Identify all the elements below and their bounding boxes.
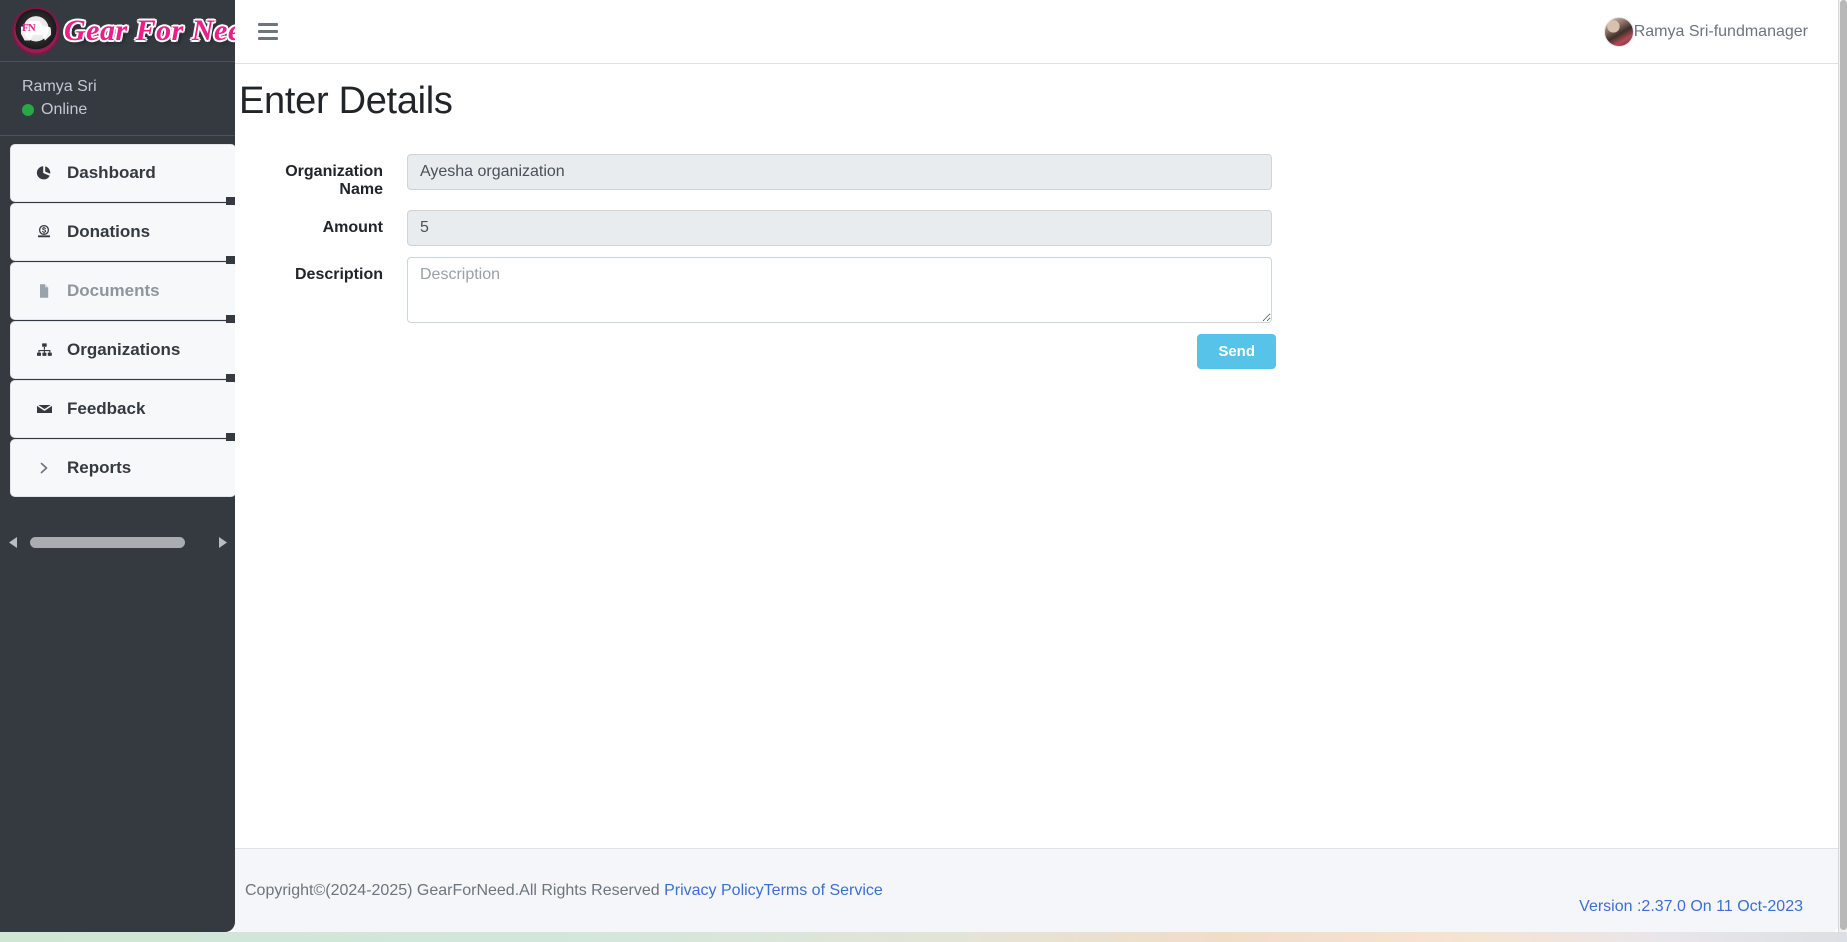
avatar [1603, 16, 1634, 47]
brand-header[interactable]: Gear For Need [0, 0, 235, 62]
terms-of-service-link[interactable]: Terms of Service [764, 882, 883, 899]
page-footer: Copyright©(2024-2025) GearForNeed.All Ri… [235, 848, 1838, 932]
sidebar-item-label: Reports [67, 458, 132, 477]
sidebar-user-status-label: Online [41, 101, 88, 118]
send-button[interactable]: Send [1197, 333, 1276, 369]
sidebar-item-label: Donations [67, 222, 151, 241]
scroll-right-arrow-icon[interactable] [215, 535, 229, 549]
sidebar-item-label: Dashboard [67, 163, 156, 182]
sidebar-nav: Dashboard Donations Documents Organizati… [0, 136, 235, 497]
sidebar-user-status: Online [22, 101, 221, 119]
vertical-scrollbar-thumb[interactable] [1840, 0, 1847, 930]
envelope-icon [33, 401, 55, 417]
footer-copyright: Copyright©(2024-2025) GearForNeed.All Ri… [235, 882, 883, 900]
sidebar-item-reports[interactable]: Reports [10, 439, 235, 497]
amount-label: Amount [322, 218, 383, 236]
nav-divider-marker [226, 256, 235, 264]
sidebar-item-donations[interactable]: Donations [10, 203, 235, 264]
sidebar-item-organizations[interactable]: Organizations [10, 321, 235, 382]
sidebar-item-dashboard[interactable]: Dashboard [10, 144, 235, 205]
nav-divider-marker [226, 374, 235, 382]
sidebar-item-label: Organizations [67, 340, 181, 359]
sidebar-user-name: Ramya Sri [22, 78, 97, 95]
window-bottom-edge [0, 932, 1847, 942]
gear-for-need-logo-icon [14, 8, 58, 53]
pie-chart-icon [33, 165, 55, 181]
enter-details-form: Organization Name Amount Description Sen… [235, 153, 1838, 369]
sidebar: Gear For Need Ramya Sri Online Dashboard [0, 0, 235, 932]
main-content: Enter Details Organization Name Amount D… [235, 64, 1838, 848]
app-root: Gear For Need Ramya Sri Online Dashboard [0, 0, 1847, 942]
sidebar-horizontal-scrollbar[interactable] [0, 530, 235, 554]
footer-version: Version :2.37.0 On 11 Oct-2023 [1579, 898, 1803, 915]
form-row-organization: Organization Name [239, 153, 1838, 199]
amount-input[interactable] [407, 209, 1272, 246]
sidebar-user-panel: Ramya Sri Online [0, 62, 235, 136]
form-row-amount: Amount [239, 209, 1838, 246]
organization-name-label: Organization Name [285, 162, 383, 198]
chevron-right-icon [33, 460, 55, 476]
sidebar-item-label: Documents [67, 281, 160, 300]
sitemap-icon [33, 342, 55, 358]
page-title: Enter Details [239, 80, 453, 122]
navbar-user-label: Ramya Sri-fundmanager [1633, 22, 1808, 40]
footer-copyright-text: Copyright©(2024-2025) GearForNeed.All Ri… [245, 881, 665, 899]
hamburger-bar [258, 23, 278, 26]
online-status-dot-icon [22, 104, 34, 116]
file-icon [33, 283, 55, 299]
page-vertical-scrollbar[interactable] [1838, 0, 1847, 942]
sidebar-item-feedback[interactable]: Feedback [10, 380, 235, 441]
sidebar-item-label: Feedback [67, 399, 146, 418]
top-navbar: Ramya Sri-fundmanager [235, 0, 1838, 64]
brand-name: Gear For Need [64, 13, 235, 47]
scrollbar-track[interactable] [26, 536, 209, 548]
organization-name-input[interactable] [407, 153, 1272, 190]
navbar-user-menu[interactable]: Ramya Sri-fundmanager [1603, 16, 1808, 47]
privacy-policy-link[interactable]: Privacy Policy [664, 882, 764, 899]
donate-icon [33, 224, 55, 240]
sidebar-item-documents[interactable]: Documents [10, 262, 235, 323]
nav-divider-marker [226, 433, 235, 441]
form-actions: Send [239, 333, 1276, 369]
description-label: Description [294, 265, 383, 283]
hamburger-icon[interactable] [247, 11, 289, 53]
hamburger-bar [258, 37, 278, 40]
hamburger-bar [258, 30, 278, 33]
form-row-description: Description [239, 256, 1838, 323]
nav-divider-marker [226, 315, 235, 323]
scrollbar-thumb[interactable] [30, 536, 185, 548]
nav-divider-marker [226, 197, 235, 205]
scroll-left-arrow-icon[interactable] [6, 535, 20, 549]
description-textarea[interactable] [407, 256, 1272, 323]
